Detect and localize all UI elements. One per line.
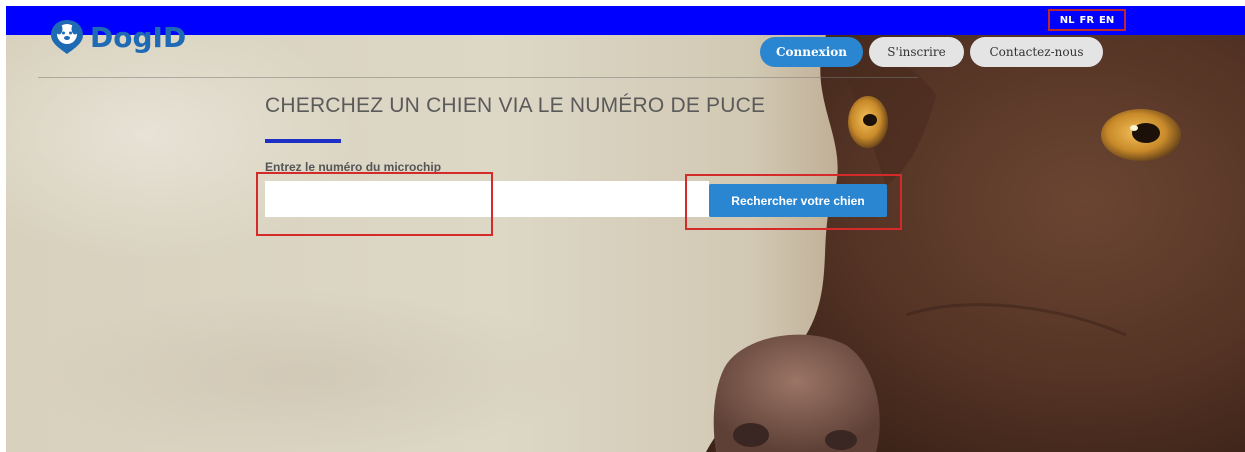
lang-en[interactable]: EN: [1099, 15, 1114, 26]
language-switcher: NL FR EN: [1048, 9, 1126, 31]
browser-viewport: NL FR EN DogID Connexion S'inscrire Cont…: [6, 6, 1245, 452]
dog-pin-icon: [51, 20, 83, 54]
header-divider: [38, 77, 918, 78]
microchip-label: Entrez le numéro du microchip: [265, 160, 442, 174]
brand-name: DogID: [90, 20, 187, 54]
brand-logo[interactable]: DogID: [50, 19, 186, 55]
page-title: CHERCHEZ UN CHIEN VIA LE NUMÉRO DE PUCE: [265, 94, 766, 117]
title-accent-line: [265, 139, 341, 143]
lang-fr[interactable]: FR: [1080, 15, 1095, 26]
search-dog-button[interactable]: Rechercher votre chien: [709, 184, 887, 217]
main-nav: Connexion S'inscrire Contactez-nous: [760, 37, 1103, 67]
top-bar: NL FR EN: [6, 6, 1245, 35]
contact-button[interactable]: Contactez-nous: [970, 37, 1103, 67]
login-button[interactable]: Connexion: [760, 37, 863, 67]
microchip-input[interactable]: [265, 181, 709, 217]
register-button[interactable]: S'inscrire: [869, 37, 964, 67]
lang-nl[interactable]: NL: [1060, 15, 1075, 26]
